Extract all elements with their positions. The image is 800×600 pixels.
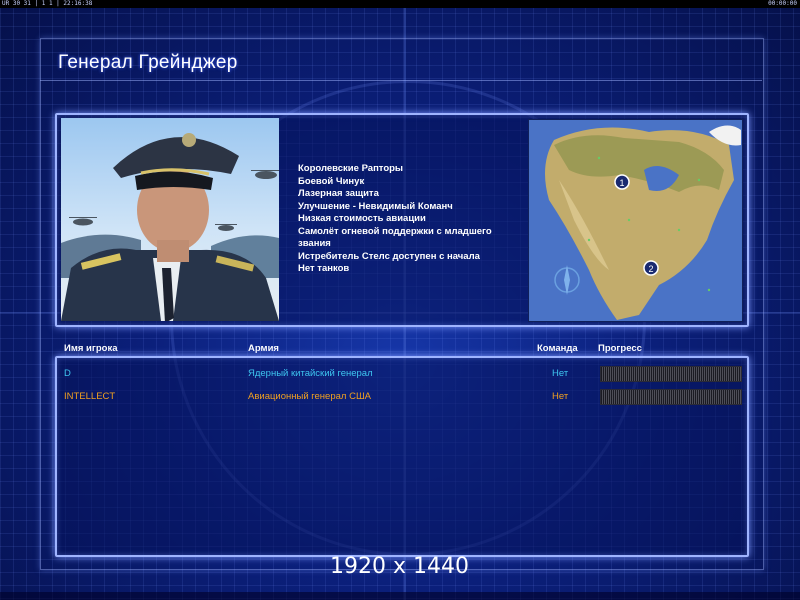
player-army: Ядерный китайский генерал	[248, 368, 373, 379]
column-header-team: Команда	[537, 343, 578, 354]
general-portrait-image	[61, 133, 279, 321]
minimap: 1 2	[528, 119, 743, 322]
player-list-panel	[55, 356, 749, 557]
player-row: D Ядерный китайский генерал Нет	[0, 366, 800, 382]
feature-item: Боевой Чинук	[298, 175, 365, 187]
feature-item: Улучшение - Невидимый Команч	[298, 200, 453, 212]
feature-item: Королевские Рапторы	[298, 163, 404, 174]
player-team: Нет	[552, 391, 569, 402]
feature-item: Лазерная защита	[298, 188, 379, 199]
feature-item: Нет танков	[298, 263, 350, 274]
resolution-label: 1920 x 1440	[330, 554, 469, 579]
status-bar-clock: 00:00:00	[768, 0, 797, 7]
general-portrait	[61, 118, 279, 321]
feature-item: звания	[298, 238, 331, 249]
title-divider	[40, 80, 762, 81]
map-marker-2: 2	[648, 264, 653, 274]
player-army: Авиационный генерал США	[248, 391, 371, 402]
feature-item: Низкая стоимость авиации	[298, 213, 426, 224]
player-progress-bar	[600, 389, 742, 405]
map-marker-1: 1	[619, 178, 624, 188]
player-team: Нет	[552, 368, 569, 379]
column-header-army: Армия	[248, 343, 279, 354]
minimap-image: 1 2	[529, 120, 742, 321]
feature-item: Истребитель Стелс доступен с начала	[298, 250, 480, 262]
general-title: Генерал Грейнджер	[58, 52, 238, 73]
status-bar: UR 30 31 | 1 1 | 22:16:38 00:00:00	[0, 0, 800, 8]
column-header-player: Имя игрока	[64, 343, 118, 354]
player-row: INTELLECT Авиационный генерал США Нет	[0, 389, 800, 405]
feature-item: Самолёт огневой поддержки с младшего	[298, 225, 492, 237]
bottom-strip	[0, 592, 800, 600]
column-header-progress: Прогресс	[598, 343, 642, 354]
player-name: D	[64, 368, 71, 379]
player-progress-bar	[600, 366, 742, 382]
status-bar-left: UR 30 31 | 1 1 | 22:16:38	[2, 0, 93, 7]
player-name: INTELLECT	[64, 391, 116, 402]
general-features-list: Королевские Рапторы Боевой Чинук Лазерна…	[298, 163, 492, 276]
